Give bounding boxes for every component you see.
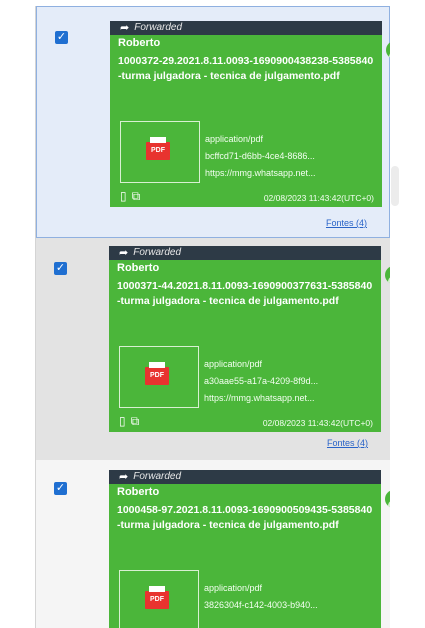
avatar-icon (385, 266, 390, 284)
attachment-filename: 1000371-44.2021.8.11.0093-1690900377631-… (117, 280, 373, 307)
attachment-thumbnail[interactable]: PDF (120, 121, 200, 183)
attachment-thumbnail[interactable]: PDF (119, 570, 199, 628)
forward-arrow-icon: ➦ (120, 22, 130, 34)
message-row[interactable]: ✓ ➦ Forwarded Roberto 1000371-44.2021.8.… (36, 238, 390, 460)
message-timestamp: 02/08/2023 11:43:42(UTC+0) (262, 418, 373, 428)
message-bubble[interactable]: ➦ Forwarded Roberto 1000371-44.2021.8.11… (109, 246, 381, 432)
message-bubble[interactable]: ➦ Forwarded Roberto 1000372-29.2021.8.11… (110, 21, 382, 207)
scrollbar-thumb[interactable] (391, 166, 399, 206)
message-row[interactable]: ✓ ➦ Forwarded Roberto 1000372-29.2021.8.… (36, 6, 390, 238)
bookmark-icon[interactable]: ▯ (119, 414, 126, 429)
bookmark-icon[interactable]: ▯ (120, 189, 127, 204)
attachment-url[interactable]: https://mmg.whatsapp.net... (204, 390, 318, 407)
attachment-mime: application/pdf (205, 134, 264, 144)
select-checkbox[interactable]: ✓ (54, 482, 67, 495)
attachment-url[interactable]: https://mmg.whatsapp.net... (205, 165, 316, 182)
attachment-filename: 1000458-97.2021.8.11.0093-1690900509435-… (117, 504, 373, 531)
pdf-file-icon: PDF (146, 137, 170, 160)
message-timestamp: 02/08/2023 11:43:42(UTC+0) (263, 193, 374, 203)
forward-arrow-icon: ➦ (119, 247, 129, 259)
sender-name: Roberto (118, 37, 161, 49)
gallery-icon[interactable]: ⧉ (132, 189, 141, 204)
attachment-id: 3826304f-c142-4003-b940... (204, 600, 318, 610)
attachment-meta: application/pdf a30aae55-a17a-4209-8f9d.… (204, 356, 318, 407)
attachment-thumbnail[interactable]: PDF (119, 346, 199, 408)
fontes-link[interactable]: Fontes (4) (326, 218, 367, 228)
select-checkbox[interactable]: ✓ (55, 31, 68, 44)
forwarded-label: Forwarded (133, 471, 182, 482)
attachment-id: a30aae55-a17a-4209-8f9d... (204, 376, 319, 386)
attachment-mime: application/pdf (204, 583, 263, 593)
sender-name: Roberto (117, 262, 160, 274)
forwarded-label: Forwarded (133, 247, 182, 258)
attachment-id: bcffcd71-d6bb-4ce4-8686... (205, 151, 315, 161)
message-row[interactable]: ✓ ➦ Forwarded Roberto 1000458-97.2021.8.… (36, 460, 390, 628)
select-checkbox[interactable]: ✓ (54, 262, 67, 275)
sender-name: Roberto (117, 486, 160, 498)
forwarded-banner: ➦ Forwarded (109, 470, 381, 484)
scrollbar[interactable] (391, 6, 401, 628)
message-footer-icons: ▯ ⧉ (119, 414, 139, 429)
message-footer-icons: ▯ ⧉ (120, 189, 140, 204)
forwarded-banner: ➦ Forwarded (109, 246, 381, 260)
forwarded-banner: ➦ Forwarded (110, 21, 382, 35)
message-list: ✓ ➦ Forwarded Roberto 1000372-29.2021.8.… (35, 6, 390, 628)
attachment-mime: application/pdf (204, 359, 263, 369)
forward-arrow-icon: ➦ (119, 471, 129, 483)
gallery-icon[interactable]: ⧉ (131, 414, 140, 429)
attachment-meta: application/pdf bcffcd71-d6bb-4ce4-8686.… (205, 131, 316, 182)
pdf-file-icon: PDF (145, 586, 169, 609)
attachment-meta: application/pdf 3826304f-c142-4003-b940.… (204, 580, 318, 614)
pdf-file-icon: PDF (145, 362, 169, 385)
avatar-icon (386, 41, 390, 59)
avatar-icon (385, 490, 390, 508)
forwarded-label: Forwarded (134, 22, 183, 33)
message-bubble[interactable]: ➦ Forwarded Roberto 1000458-97.2021.8.11… (109, 470, 381, 628)
fontes-link[interactable]: Fontes (4) (327, 438, 368, 448)
attachment-filename: 1000372-29.2021.8.11.0093-1690900438238-… (118, 55, 374, 82)
